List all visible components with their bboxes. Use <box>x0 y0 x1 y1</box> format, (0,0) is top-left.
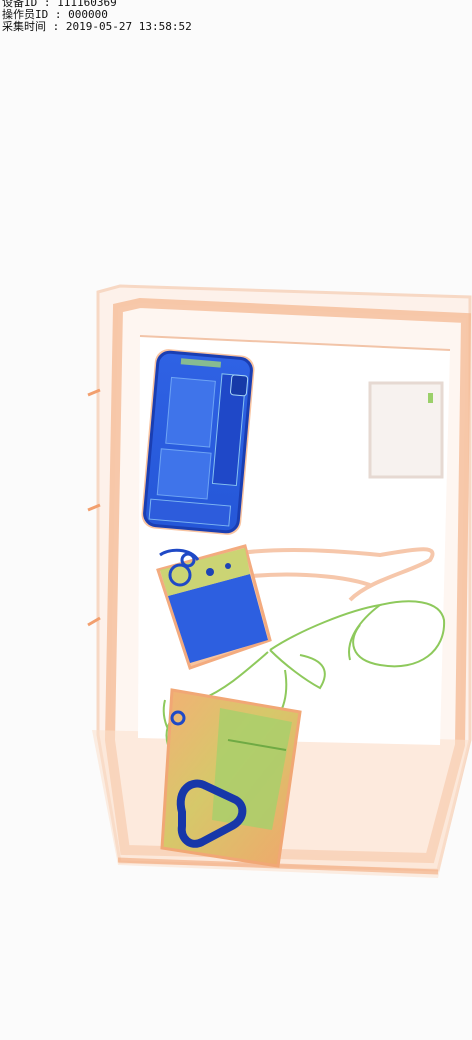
paper-card <box>368 381 444 479</box>
xray-scan-image <box>87 284 472 878</box>
capture-time-label: 采集时间 : 2019-05-27 13:58:52 <box>2 20 192 33</box>
smartphone <box>141 349 255 535</box>
scan-metadata: 设备ID : 111160369 操作员ID : 000000 采集时间 : 2… <box>2 0 192 33</box>
